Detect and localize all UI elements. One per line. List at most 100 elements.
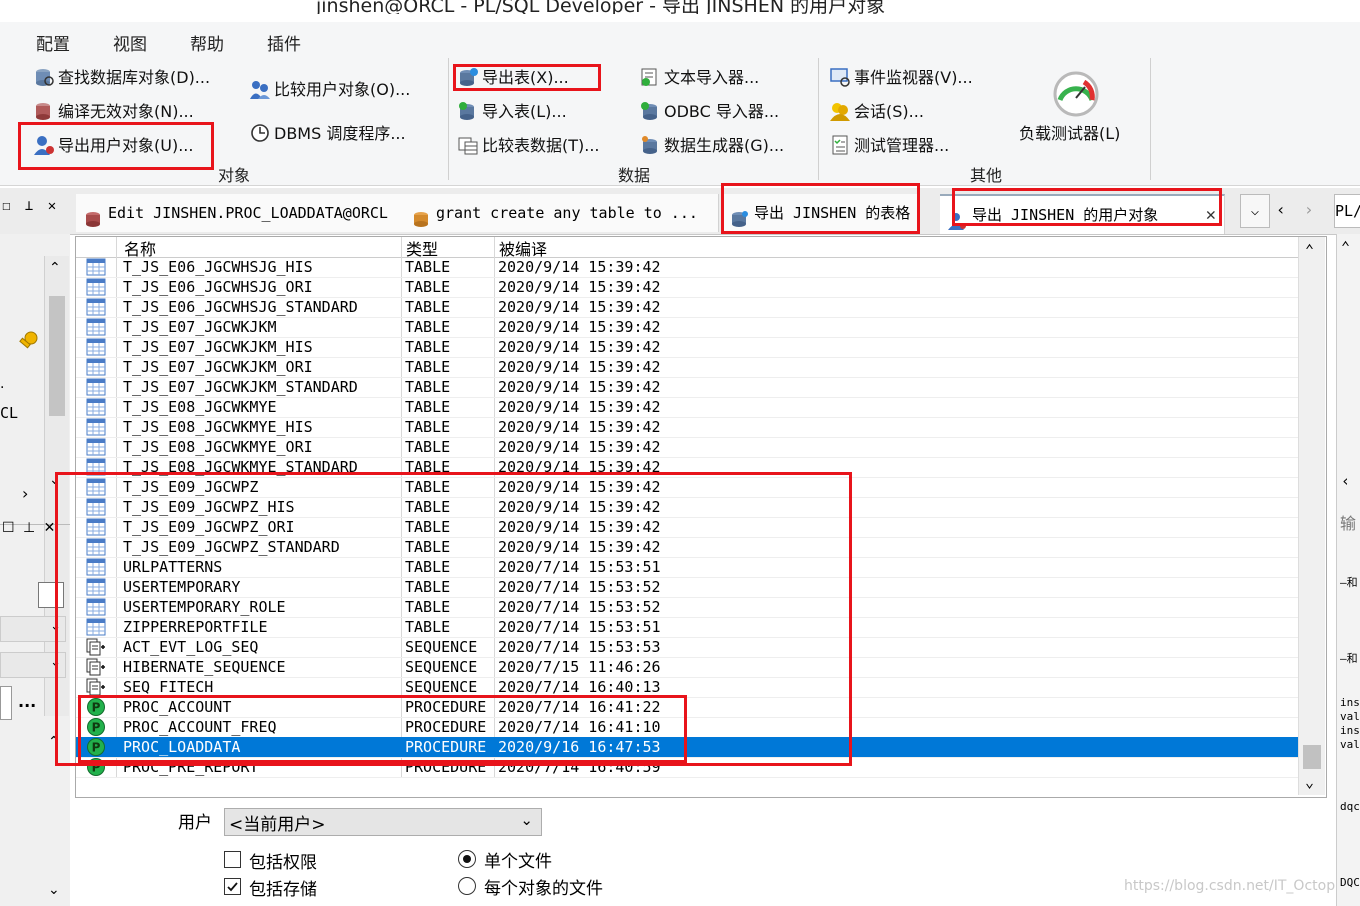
tab-scroll-left-icon[interactable]: ‹: [1276, 200, 1286, 219]
close-tab-icon[interactable]: ✕: [1206, 196, 1216, 234]
tab-scroll-right-icon[interactable]: ›: [1304, 200, 1314, 219]
table-row[interactable]: T_JS_E09_JGCWPZ TABLE 2020/9/14 15:39:42: [76, 477, 1298, 498]
table-row[interactable]: P PROC_ACCOUNT PROCEDURE 2020/7/14 16:41:22: [76, 697, 1298, 718]
table-icon: [86, 598, 106, 616]
include-storage-checkbox[interactable]: [224, 878, 241, 895]
table-row[interactable]: USERTEMPORARY_ROLE TABLE 2020/7/14 15:53:5…: [76, 597, 1298, 618]
table-row[interactable]: T_JS_E07_JGCWKJKM_HIS TABLE 2020/9/14 15:3…: [76, 337, 1298, 358]
compare-table-data-button[interactable]: 比较表数据(T)...: [458, 134, 600, 158]
table-row[interactable]: T_JS_E09_JGCWPZ_STANDARD TABLE 2020/9/14 1…: [76, 537, 1298, 558]
menu-config[interactable]: 配置: [36, 30, 70, 55]
left-combo-2[interactable]: ⌄: [0, 652, 66, 678]
table-row[interactable]: T_JS_E09_JGCWPZ_ORI TABLE 2020/9/14 15:39:…: [76, 517, 1298, 538]
table-row[interactable]: T_JS_E06_JGCWHSJG_HIS TABLE 2020/9/14 15:3…: [76, 257, 1298, 278]
close-pane-icon[interactable]: ✕: [44, 520, 56, 536]
scroll-up-icon[interactable]: ⌃: [49, 260, 61, 276]
table-row[interactable]: T_JS_E07_JGCWKJKM_STANDARD TABLE 2020/9/14…: [76, 377, 1298, 398]
table-row[interactable]: T_JS_E08_JGCWKMYE_HIS TABLE 2020/9/14 15:3…: [76, 417, 1298, 438]
collapse-left-icon[interactable]: ‹: [1341, 472, 1350, 490]
restore-icon[interactable]: ☐: [2, 198, 10, 214]
scroll-up-icon[interactable]: ⌃: [1305, 241, 1314, 259]
sessions-button[interactable]: 会话(S)...: [830, 100, 924, 124]
grid-vertical-scrollbar[interactable]: ⌃ ⌄: [1298, 237, 1325, 795]
user-objects-grid[interactable]: 名称 类型 被编译 T_JS_E06_JGCWHSJG_HIS TABLE 2020…: [75, 236, 1327, 798]
expand-right-icon[interactable]: ›: [22, 484, 28, 503]
menu-plugins[interactable]: 插件: [267, 30, 301, 55]
ribbon: 查找数据库对象(D)... 编译无效对象(N)... 导出用户对象(U)... …: [0, 58, 1360, 186]
table-row[interactable]: T_JS_E06_JGCWHSJG_ORI TABLE 2020/9/14 15:3…: [76, 277, 1298, 298]
left-input[interactable]: [0, 686, 12, 720]
table-row[interactable]: ZIPPERREPORTFILE TABLE 2020/7/14 15:53:51: [76, 617, 1298, 638]
cell-type: TABLE: [405, 558, 451, 576]
text-importer-button[interactable]: 文本导入器...: [640, 66, 759, 90]
table-row[interactable]: USERTEMPORARY TABLE 2020/7/14 15:53:52: [76, 577, 1298, 598]
compare-user-objects-button[interactable]: 比较用户对象(O)...: [250, 78, 410, 102]
table-row[interactable]: HIBERNATE_SEQUENCE SEQUENCE 2020/7/15 11:4…: [76, 657, 1298, 678]
file-per-object-radio[interactable]: [458, 877, 476, 895]
event-monitor-button[interactable]: 事件监视器(V)...: [830, 66, 973, 90]
compile-invalid-button[interactable]: 编译无效对象(N)...: [34, 100, 194, 124]
scroll-thumb[interactable]: [49, 296, 65, 416]
chevron-down-icon: ⌄: [50, 619, 61, 634]
right-text: 输: [1340, 514, 1357, 533]
cell-name: SEQ_FITECH: [123, 678, 214, 696]
table-row[interactable]: T_JS_E09_JGCWPZ_HIS TABLE 2020/9/14 15:39:…: [76, 497, 1298, 518]
cell-name: T_JS_E07_JGCWKJKM_HIS: [123, 338, 313, 356]
tab-export-user-objects[interactable]: 导出 JINSHEN 的用户对象 ✕: [940, 194, 1225, 234]
table-icon: [86, 278, 106, 296]
table-row[interactable]: T_JS_E06_JGCWHSJG_STANDARD TABLE 2020/9/14…: [76, 297, 1298, 318]
gauge-icon[interactable]: [1052, 70, 1100, 118]
table-row[interactable]: P PROC_LOADDATA PROCEDURE 2020/9/16 16:47:5…: [76, 737, 1298, 758]
scroll-down-icon[interactable]: ⌄: [48, 882, 60, 898]
tab-grant-sql[interactable]: grant create any table to ...: [404, 194, 719, 232]
table-row[interactable]: SEQ_FITECH SEQUENCE 2020/7/14 16:40:13: [76, 677, 1298, 698]
export-tables-button[interactable]: 导出表(X)...: [458, 66, 569, 90]
pin-icon[interactable]: ⊥: [25, 198, 33, 214]
import-tables-button[interactable]: 导入表(L)...: [458, 100, 567, 124]
load-tester-button[interactable]: 负载测试器(L): [1019, 122, 1120, 146]
single-file-radio[interactable]: [458, 850, 476, 868]
tab-export-tables[interactable]: 导出 JINSHEN 的表格: [722, 194, 919, 232]
find-db-objects-button[interactable]: 查找数据库对象(D)...: [34, 66, 210, 90]
include-privileges-checkbox[interactable]: [224, 851, 241, 868]
table-row[interactable]: T_JS_E08_JGCWKMYE_STANDARD TABLE 2020/9/14…: [76, 457, 1298, 478]
cell-compiled: 2020/7/14 16:41:22: [498, 698, 661, 716]
data-generator-button[interactable]: 数据生成器(G)...: [640, 134, 784, 158]
table-row[interactable]: P PROC_ACCOUNT_FREQ PROCEDURE 2020/7/14 16:…: [76, 717, 1298, 738]
left-scrollbar[interactable]: ⌃ ⌄: [44, 256, 69, 716]
table-row[interactable]: ACT_EVT_LOG_SEQ SEQUENCE 2020/7/14 15:53:5…: [76, 637, 1298, 658]
export-user-objects-button[interactable]: 导出用户对象(U)...: [34, 134, 193, 158]
scroll-thumb[interactable]: [1303, 745, 1321, 769]
table-row[interactable]: T_JS_E08_JGCWKMYE_ORI TABLE 2020/9/14 15:3…: [76, 437, 1298, 458]
table-row[interactable]: T_JS_E07_JGCWKJKM TABLE 2020/9/14 15:39:42: [76, 317, 1298, 338]
pin-icon[interactable]: ⊥: [23, 520, 35, 536]
window-title: jinshen@ORCL - PL/SQL Developer - 导出 JIN…: [316, 0, 886, 14]
scroll-up-icon[interactable]: ⌃: [1341, 238, 1350, 256]
cell-name: T_JS_E07_JGCWKJKM_ORI: [123, 358, 313, 376]
table-row[interactable]: T_JS_E08_JGCWKMYE TABLE 2020/9/14 15:39:42: [76, 397, 1298, 418]
cell-name: T_JS_E08_JGCWKMYE_HIS: [123, 418, 313, 436]
user-select[interactable]: <当前用户> ⌄: [224, 808, 542, 836]
scroll-up-icon[interactable]: ⌃: [48, 734, 60, 750]
left-combo-1[interactable]: ⌄: [0, 616, 66, 642]
restore-icon[interactable]: ☐: [2, 520, 15, 536]
menu-help[interactable]: 帮助: [190, 30, 224, 55]
menu-view[interactable]: 视图: [113, 30, 147, 55]
test-manager-button[interactable]: 测试管理器...: [830, 134, 949, 158]
table-row[interactable]: P PROC_PRE_REPORT PROCEDURE 2020/7/14 16:40…: [76, 757, 1298, 778]
table-row[interactable]: URLPATTERNS TABLE 2020/7/14 15:53:51: [76, 557, 1298, 578]
cell-type: TABLE: [405, 278, 451, 296]
scroll-down-icon[interactable]: ⌄: [49, 472, 61, 488]
table-row[interactable]: T_JS_E07_JGCWKJKM_ORI TABLE 2020/9/14 15:3…: [76, 357, 1298, 378]
odbc-importer-button[interactable]: ODBC 导入器...: [640, 100, 779, 124]
overflow-tab[interactable]: PL/: [1334, 194, 1360, 228]
scroll-down-icon[interactable]: ⌄: [1305, 773, 1314, 791]
dbms-scheduler-button[interactable]: DBMS 调度程序...: [250, 122, 406, 146]
cell-compiled: 2020/7/14 15:53:52: [498, 598, 661, 616]
browse-button[interactable]: ...: [18, 692, 36, 711]
tab-list-dropdown[interactable]: ⌵: [1240, 194, 1270, 228]
tab-edit-proc[interactable]: Edit JINSHEN.PROC_LOADDATA@ORCL: [76, 194, 405, 232]
cell-compiled: 2020/7/14 15:53:53: [498, 638, 661, 656]
left-checkbox[interactable]: [38, 582, 64, 608]
close-pane-icon[interactable]: ✕: [48, 198, 56, 214]
